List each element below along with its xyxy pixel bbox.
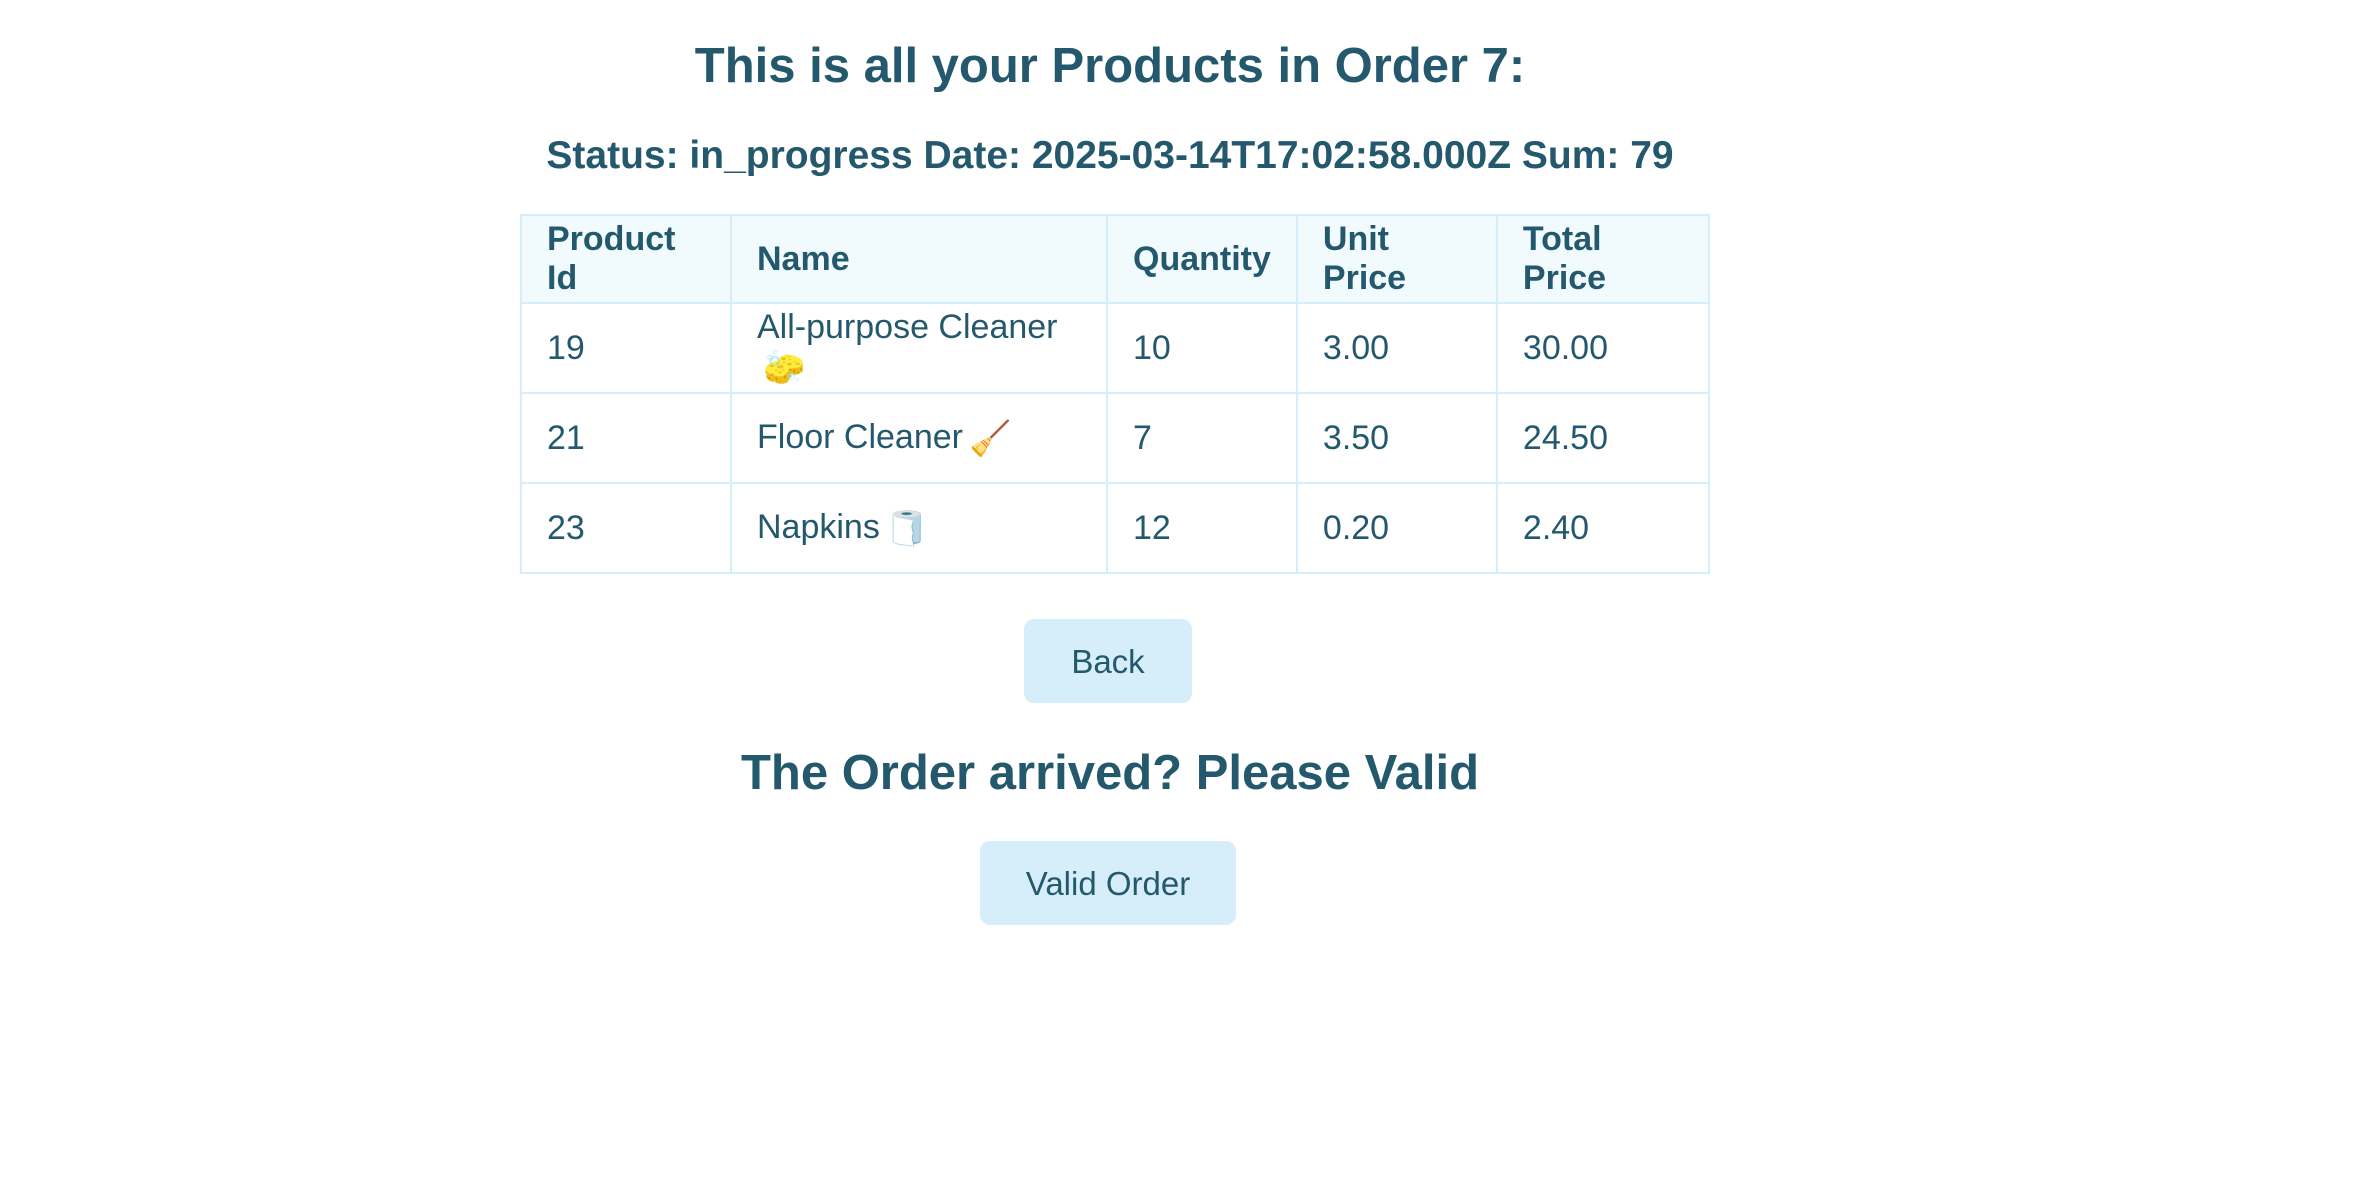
- back-button[interactable]: Back: [1024, 619, 1192, 703]
- cell-name: Floor Cleaner 🧹: [730, 392, 1108, 484]
- cell-total-price: 24.50: [1495, 392, 1710, 484]
- cell-total-price: 2.40: [1495, 482, 1710, 574]
- cell-quantity: 7: [1106, 392, 1298, 484]
- products-table-container: Product Id Name Quantity Unit Price Tota…: [520, 214, 1710, 574]
- cell-unit-price: 3.00: [1295, 302, 1498, 394]
- cell-product-id: 21: [520, 392, 732, 484]
- cell-unit-price: 3.50: [1295, 392, 1498, 484]
- column-header-name: Name: [730, 214, 1108, 304]
- table-row: 19 All-purpose Cleaner🧽 10 3.00 30.00: [520, 302, 1710, 394]
- table-row: 23 Napkins 🧻 12 0.20 2.40: [520, 482, 1710, 574]
- page-title: This is all your Products in Order 7:: [694, 39, 1526, 93]
- product-name: Floor Cleaner: [757, 417, 963, 456]
- product-name: All-purpose Cleaner: [757, 308, 1058, 346]
- product-name: Napkins: [757, 507, 880, 546]
- cell-unit-price: 0.20: [1295, 482, 1498, 574]
- cell-quantity: 12: [1106, 482, 1298, 574]
- column-header-unit-price: Unit Price: [1295, 214, 1498, 304]
- table-header-row: Product Id Name Quantity Unit Price Tota…: [520, 214, 1710, 304]
- column-header-product-id: Product Id: [520, 214, 732, 304]
- column-header-quantity: Quantity: [1106, 214, 1298, 304]
- cell-total-price: 30.00: [1495, 302, 1710, 394]
- cell-name: Napkins 🧻: [730, 482, 1108, 574]
- valid-order-button[interactable]: Valid Order: [980, 841, 1236, 925]
- order-status-line: Status: in_progress Date: 2025-03-14T17:…: [546, 134, 1674, 177]
- toilet-paper-icon: 🧻: [885, 509, 929, 548]
- cell-product-id: 19: [520, 302, 732, 394]
- cell-product-id: 23: [520, 482, 732, 574]
- column-header-total-price: Total Price: [1495, 214, 1710, 304]
- cell-name: All-purpose Cleaner🧽: [730, 302, 1108, 394]
- validation-prompt: The Order arrived? Please Valid: [740, 746, 1480, 800]
- cell-quantity: 10: [1106, 302, 1298, 394]
- broom-icon: 🧹: [968, 419, 1012, 458]
- products-table: Product Id Name Quantity Unit Price Tota…: [520, 214, 1710, 574]
- sponge-icon: 🧽: [763, 349, 806, 387]
- table-row: 21 Floor Cleaner 🧹 7 3.50 24.50: [520, 392, 1710, 484]
